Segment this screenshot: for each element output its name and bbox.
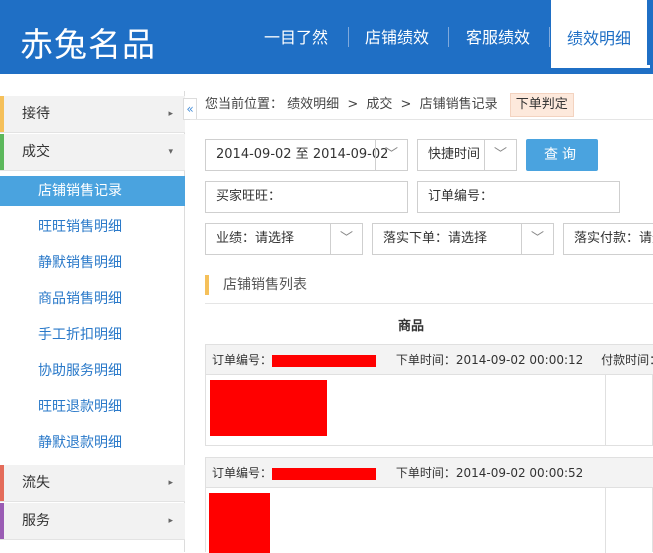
product-image[interactable] [210, 380, 327, 436]
order-number-label: 订单编号： [212, 353, 273, 367]
sidebar: 接待 ▸ 成交 ▾ 店铺销售记录 旺旺销售明细 静默销售明细 商品销售明细 手工… [0, 91, 185, 552]
sidebar-group-deals[interactable]: 成交 ▾ [0, 134, 185, 171]
list-title: 店铺销售列表 [205, 275, 307, 295]
sidebar-item-silent-sales[interactable]: 静默销售明细 [0, 248, 185, 278]
divider [190, 119, 653, 120]
order-time: 下单时间：2014-09-02 00:00:12 [395, 353, 584, 367]
breadcrumb-separator: > [347, 97, 359, 112]
sidebar-item-wangwang-sales[interactable]: 旺旺销售明细 [0, 212, 185, 242]
list-title-text: 店铺销售列表 [223, 277, 307, 293]
chevron-down-icon[interactable]: ﹀ [330, 224, 362, 254]
product-image[interactable] [209, 493, 270, 553]
divider [205, 303, 653, 304]
nav-divider [549, 27, 550, 47]
order-number-label: 订单编号： [428, 189, 494, 204]
chevron-right-icon: ▸ [168, 478, 173, 488]
nav-service-performance[interactable]: 客服绩效 [466, 0, 530, 74]
buyer-wangwang-input[interactable]: 买家旺旺： [205, 181, 408, 213]
sidebar-item-wangwang-refund[interactable]: 旺旺退款明细 [0, 392, 185, 422]
active-nav-arrow [595, 61, 607, 67]
section-marker [205, 275, 209, 295]
breadcrumb-item[interactable]: 成交 [366, 97, 392, 112]
breadcrumb: 您当前位置： 绩效明细 > 成交 > 店铺销售记录 下单判定 [205, 93, 574, 117]
nav-performance-details[interactable]: 绩效明细 [551, 0, 648, 68]
order-header: 订单编号： 下单时间：2014-09-02 00:00:12 付款时间：2 [206, 345, 653, 375]
performance-select-label: 业绩：请选择 [216, 231, 295, 246]
breadcrumb-prefix: 您当前位置： [205, 97, 284, 112]
order-judgement-tag[interactable]: 下单判定 [509, 93, 574, 117]
performance-select[interactable]: 业绩：请选择 ﹀ [205, 223, 363, 255]
chevron-down-icon[interactable]: ﹀ [521, 224, 553, 254]
group-color-bar [0, 134, 4, 170]
quick-time-select[interactable]: 快捷时间 ﹀ [417, 139, 517, 171]
column-header-goods: 商品 [398, 319, 425, 334]
order-row: 订单编号： 下单时间：2014-09-02 00:00:52 [205, 457, 653, 553]
chevron-right-icon: ▸ [168, 516, 173, 526]
sidebar-item-assist-service[interactable]: 协助服务明细 [0, 356, 185, 386]
date-range-picker[interactable]: 2014-09-02 至 2014-09-02 ﹀ [205, 139, 408, 171]
sidebar-item-silent-refund[interactable]: 静默退款明细 [0, 428, 185, 458]
sidebar-group-reception[interactable]: 接待 ▸ [0, 96, 185, 133]
sidebar-item-manual-discount[interactable]: 手工折扣明细 [0, 320, 185, 350]
column-divider [605, 488, 606, 553]
nav-divider [448, 27, 449, 47]
nav-store-performance[interactable]: 店铺绩效 [365, 0, 429, 74]
payment-select-label: 落实付款：请选 [574, 231, 653, 246]
column-divider [605, 375, 606, 446]
nav-overview[interactable]: 一目了然 [264, 0, 328, 74]
group-color-bar [0, 96, 4, 132]
order-number-input[interactable]: 订单编号： [417, 181, 620, 213]
quick-time-label: 快捷时间 [428, 147, 481, 162]
order-header: 订单编号： 下单时间：2014-09-02 00:00:52 [206, 458, 653, 488]
payment-time: 付款时间：2 [601, 353, 653, 367]
redacted-order-number [272, 467, 377, 480]
sidebar-item-store-sales-records[interactable]: 店铺销售记录 [0, 176, 185, 206]
nav-divider [348, 27, 349, 47]
chevron-right-icon: ▸ [168, 109, 173, 119]
sidebar-group-lost[interactable]: 流失 ▸ [0, 465, 185, 502]
breadcrumb-separator: > [400, 97, 412, 112]
date-range-value: 2014-09-02 至 2014-09-02 [216, 147, 389, 162]
order-number-label: 订单编号： [212, 466, 273, 480]
chevron-down-icon[interactable]: ﹀ [375, 140, 407, 170]
sidebar-group-label: 成交 [22, 144, 50, 160]
group-color-bar [0, 465, 4, 501]
buyer-wangwang-label: 买家旺旺： [216, 189, 282, 204]
app-logo: 赤兔名品 [20, 25, 156, 64]
chevron-down-icon: ▾ [168, 147, 173, 157]
sidebar-group-service[interactable]: 服务 ▸ [0, 503, 185, 540]
order-placement-select[interactable]: 落实下单：请选择 ﹀ [372, 223, 554, 255]
group-color-bar [0, 503, 4, 539]
sidebar-group-label: 服务 [22, 513, 50, 529]
chevron-down-icon[interactable]: ﹀ [484, 140, 516, 170]
breadcrumb-item: 店铺销售记录 [419, 97, 498, 112]
sidebar-group-label: 流失 [22, 475, 50, 491]
sidebar-group-label: 接待 [22, 106, 50, 122]
top-header: 赤兔名品 一目了然 店铺绩效 客服绩效 绩效明细 [0, 0, 653, 74]
breadcrumb-item[interactable]: 绩效明细 [287, 97, 339, 112]
payment-select[interactable]: 落实付款：请选 [563, 223, 653, 255]
order-row: 订单编号： 下单时间：2014-09-02 00:00:12 付款时间：2 [205, 344, 653, 446]
order-placement-select-label: 落实下单：请选择 [383, 231, 488, 246]
query-button[interactable]: 查询 [526, 139, 598, 171]
redacted-order-number [272, 354, 377, 367]
order-time: 下单时间：2014-09-02 00:00:52 [395, 466, 584, 480]
sidebar-item-goods-sales[interactable]: 商品销售明细 [0, 284, 185, 314]
sidebar-collapse-icon[interactable]: « [183, 98, 197, 120]
